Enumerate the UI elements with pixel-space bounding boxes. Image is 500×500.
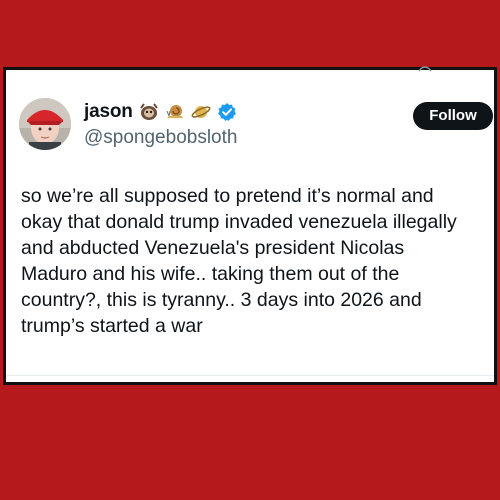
user-handle[interactable]: @spongebobsloth xyxy=(84,127,237,149)
red-background: jason @spongebobsloth Follow so we’re al… xyxy=(0,0,500,500)
tweet-card: jason @spongebobsloth Follow so we’re al… xyxy=(3,65,497,385)
ringed-planet-emoji-icon xyxy=(191,102,211,122)
divider xyxy=(6,375,494,376)
snail-emoji-icon xyxy=(165,102,185,122)
cut-off-icon xyxy=(418,65,432,73)
display-name[interactable]: jason xyxy=(84,101,133,123)
sloth-emoji-icon xyxy=(139,102,159,122)
avatar[interactable] xyxy=(19,98,71,150)
name-row: jason xyxy=(84,100,237,124)
follow-button[interactable]: Follow xyxy=(413,102,493,130)
verified-badge-icon xyxy=(217,102,237,122)
tweet-text: so we’re all supposed to pretend it’s no… xyxy=(21,185,457,337)
